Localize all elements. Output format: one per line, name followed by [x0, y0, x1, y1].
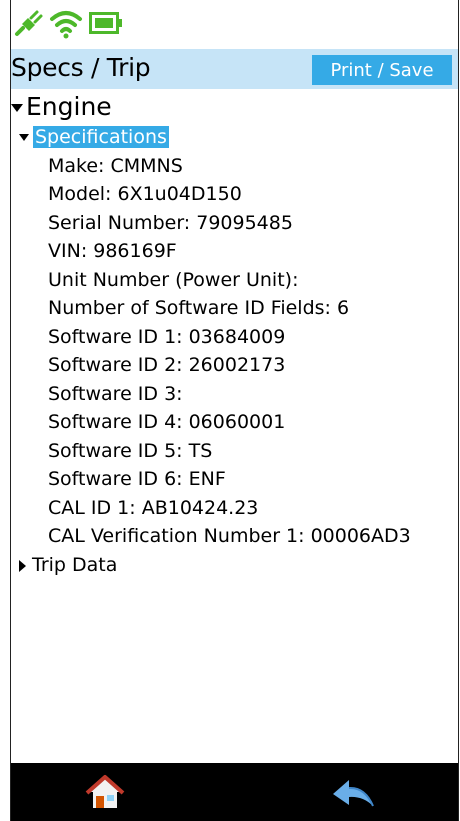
battery-icon [89, 11, 123, 39]
spec-software-id-3: Software ID 3: [48, 383, 183, 405]
page-title: Specs / Trip [11, 53, 151, 82]
spec-serial-number: Serial Number: 79095485 [48, 212, 293, 234]
tree-node-specifications-label: Specifications [33, 126, 169, 148]
home-button[interactable] [83, 772, 127, 812]
back-icon [333, 780, 374, 807]
spec-cal-id-1: CAL ID 1: AB10424.23 [48, 497, 259, 519]
spec-vin: VIN: 986169F [48, 240, 177, 262]
spec-make: Make: CMMNS [48, 155, 183, 177]
tree-node-engine[interactable]: Engine [11, 92, 112, 121]
title-bar: Specs / Trip Print / Save [11, 49, 458, 89]
spec-unit-number: Unit Number (Power Unit): [48, 269, 299, 291]
spec-software-id-6: Software ID 6: ENF [48, 468, 226, 490]
tree-node-trip-data-label: Trip Data [32, 554, 118, 576]
tree-node-engine-label: Engine [26, 92, 112, 121]
tree-node-specifications[interactable]: Specifications [19, 126, 169, 148]
spec-software-id-1: Software ID 1: 03684009 [48, 326, 286, 348]
bottom-nav-bar [11, 763, 458, 821]
home-icon [85, 775, 125, 808]
spec-software-id-4: Software ID 4: 06060001 [48, 411, 286, 433]
spec-cal-verification-1: CAL Verification Number 1: 00006AD3 [48, 525, 411, 547]
print-save-button[interactable]: Print / Save [312, 55, 452, 85]
spec-model: Model: 6X1u04D150 [48, 183, 242, 205]
status-bar [11, 0, 458, 49]
app-window: Specs / Trip Print / Save Engine Specifi… [10, 0, 459, 821]
wifi-icon [49, 8, 83, 44]
spec-software-id-fields: Number of Software ID Fields: 6 [48, 297, 350, 319]
spec-software-id-5: Software ID 5: TS [48, 440, 213, 462]
spec-software-id-2: Software ID 2: 26002173 [48, 354, 286, 376]
plug-icon [13, 8, 45, 44]
collapse-triangle-icon [19, 134, 29, 141]
expand-triangle-icon [19, 559, 26, 572]
back-button[interactable] [329, 772, 374, 812]
tree-node-trip-data[interactable]: Trip Data [19, 554, 117, 576]
collapse-triangle-icon [11, 104, 23, 112]
